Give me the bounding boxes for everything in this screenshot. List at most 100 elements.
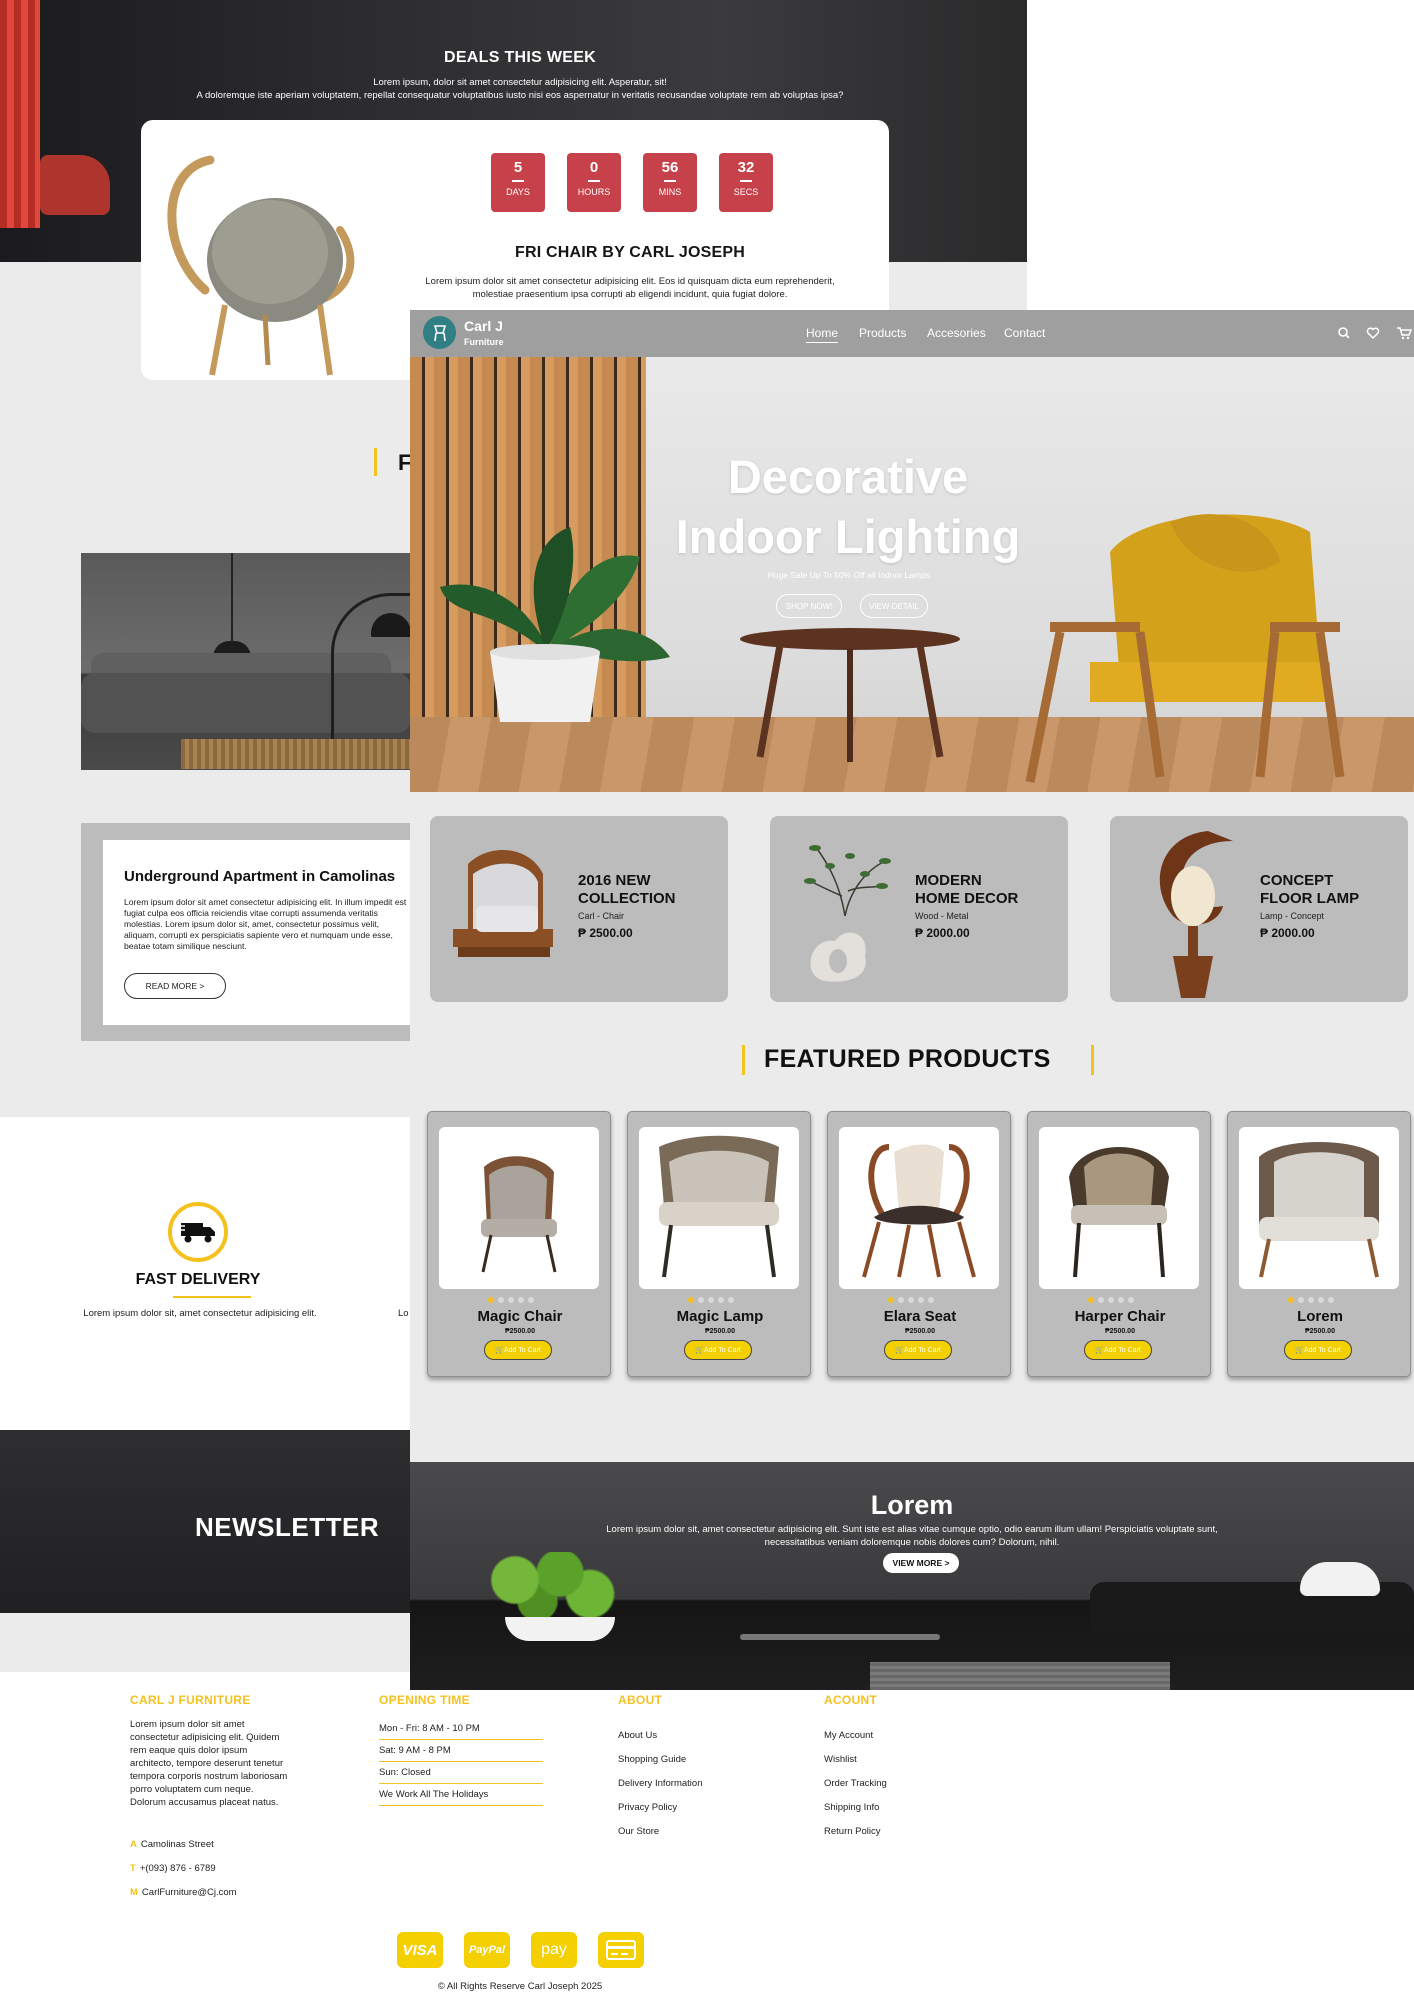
deals-subtitle: Lorem ipsum, dolor sit amet consectetur … (150, 76, 890, 102)
featured-title-bar-left (742, 1045, 745, 1075)
bonsai-image (470, 1552, 620, 1622)
bonsai-pot (505, 1617, 615, 1641)
footer-hours-heading: OPENING TIME (379, 1693, 470, 1707)
featured-title-bar-right (1091, 1045, 1094, 1075)
hero-title: Decorative Indoor Lighting (410, 447, 1286, 567)
add-to-cart-button[interactable]: 🛒 Add To Cart (684, 1340, 752, 1360)
view-more-button[interactable]: VIEW MORE > (883, 1553, 959, 1573)
rug-image (870, 1662, 1170, 1690)
product-card[interactable]: Harper Chair ₱2500.00 🛒 Add To Cart (1027, 1111, 1211, 1377)
search-icon[interactable] (1336, 325, 1352, 341)
cart-icon: 🛒 (495, 1347, 504, 1354)
category-meta: Carl - Chair (578, 911, 625, 921)
fast-delivery-title: FAST DELIVERY (135, 1271, 261, 1288)
countdown-secs-label: SECS (733, 187, 759, 197)
product-price: ₱2500.00 (505, 1328, 535, 1335)
heart-icon[interactable] (1365, 325, 1381, 341)
footer-link-order-tracking[interactable]: Order Tracking (824, 1772, 887, 1796)
countdown-mins-value: 56 (661, 159, 679, 176)
countdown-timer: 5 DAYS 0 HOURS 56 MINS 32 SECS (491, 153, 781, 213)
address-marker: A (130, 1839, 137, 1850)
fast-delivery-underline (173, 1296, 251, 1298)
hours-item: Mon - Fri: 8 AM - 10 PM (379, 1718, 543, 1740)
brand-name[interactable]: Carl J (464, 318, 503, 334)
countdown-secs-value: 32 (737, 159, 755, 176)
promo-desc: Lorem ipsum dolor sit, amet consectetur … (606, 1524, 1218, 1548)
shop-now-button[interactable]: SHOP NOW! (776, 594, 842, 618)
article-title: Underground Apartment in Camolinas (124, 868, 396, 885)
living-room-image (81, 553, 411, 770)
armchair-image (453, 850, 553, 957)
hero-title-line-1: Decorative (727, 450, 969, 503)
deals-subtitle-line-2: A doloremque iste aperiam voluptatem, re… (196, 90, 844, 101)
chair-logo-icon[interactable] (423, 316, 456, 349)
nav-link-products[interactable]: Products (859, 326, 906, 340)
deals-subtitle-line-1: Lorem ipsum, dolor sit amet consectetur … (373, 77, 667, 88)
category-card-lamp[interactable]: CONCEPT FLOOR LAMP Lamp - Concept ₱ 2000… (1110, 816, 1408, 1002)
countdown-mins: 56 MINS (643, 153, 697, 212)
add-to-cart-button[interactable]: 🛒 Add To Cart (484, 1340, 552, 1360)
category-title-line-2: FLOOR LAMP (1260, 890, 1360, 907)
hours-item: Sun: Closed (379, 1762, 543, 1784)
product-card[interactable]: Magic Chair ₱2500.00 🛒 Add To Cart (427, 1111, 611, 1377)
footer-link-wishlist[interactable]: Wishlist (824, 1748, 887, 1772)
category-price: ₱ 2000.00 (915, 926, 970, 940)
product-image (839, 1127, 999, 1289)
footer-link-privacy[interactable]: Privacy Policy (618, 1796, 702, 1820)
countdown-secs: 32 SECS (719, 153, 773, 212)
navbar: Carl J Furniture Home Products Accesorie… (410, 310, 1414, 357)
view-detail-button[interactable]: VIEW DETAIL (860, 594, 928, 618)
product-card[interactable]: Magic Lamp ₱2500.00 🛒 Add To Cart (627, 1111, 811, 1377)
cart-icon[interactable] (1396, 325, 1412, 341)
category-card-decor[interactable]: MODERN HOME DECOR Wood - Metal ₱ 2000.00 (770, 816, 1068, 1002)
product-name: Magic Lamp (676, 1308, 764, 1325)
cart-icon: 🛒 (895, 1347, 904, 1354)
category-title-line-2: COLLECTION (578, 890, 676, 907)
category-meta: Wood - Metal (915, 911, 969, 921)
rating-stars (888, 1297, 934, 1303)
category-info: MODERN HOME DECOR Wood - Metal ₱ 2000.00 (915, 872, 1018, 940)
footer-link-about-us[interactable]: About Us (618, 1724, 702, 1748)
nav-link-contact[interactable]: Contact (1004, 326, 1045, 340)
add-to-cart-button[interactable]: 🛒 Add To Cart (884, 1340, 952, 1360)
product-name: Harper Chair (1074, 1308, 1166, 1325)
cart-icon: 🛒 (1095, 1347, 1104, 1354)
footer-link-return-policy[interactable]: Return Policy (824, 1820, 887, 1844)
fast-delivery-desc: Lorem ipsum dolor sit, amet consectetur … (83, 1308, 317, 1319)
deal-product-name: FRI CHAIR BY CARL JOSEPH (514, 244, 746, 261)
add-to-cart-button[interactable]: 🛒 Add To Cart (1084, 1340, 1152, 1360)
nav-link-home[interactable]: Home (806, 326, 839, 343)
email-marker: M (130, 1887, 138, 1898)
category-info: 2016 NEW COLLECTION Carl - Chair ₱ 2500.… (578, 872, 676, 940)
category-card-collection[interactable]: 2016 NEW COLLECTION Carl - Chair ₱ 2500.… (430, 816, 728, 1002)
footer-about-list: About Us Shopping Guide Delivery Informa… (618, 1724, 702, 1844)
read-more-button[interactable]: READ MORE > (124, 973, 226, 999)
add-to-cart-button[interactable]: 🛒 Add To Cart (1284, 1340, 1352, 1360)
copyright: © All Rights Reserve Carl Joseph 2025 (437, 1981, 603, 1992)
category-title-line-1: 2016 NEW (578, 872, 651, 889)
hours-item: We Work All The Holidays (379, 1784, 543, 1806)
rating-stars (1288, 1297, 1334, 1303)
product-price: ₱2500.00 (1105, 1328, 1135, 1335)
footer-link-delivery[interactable]: Delivery Information (618, 1772, 702, 1796)
red-chair-image (40, 155, 110, 215)
footer-link-shopping-guide[interactable]: Shopping Guide (618, 1748, 702, 1772)
footer-address-text: Camolinas Street (140, 1839, 214, 1850)
nav-link-accesories[interactable]: Accesories (927, 326, 986, 340)
category-info: CONCEPT FLOOR LAMP Lamp - Concept ₱ 2000… (1260, 872, 1359, 940)
newsletter-title: NEWSLETTER (195, 1512, 380, 1542)
footer-link-our-store[interactable]: Our Store (618, 1820, 702, 1844)
footer-link-my-account[interactable]: My Account (824, 1724, 887, 1748)
product-card[interactable]: Elara Seat ₱2500.00 🛒 Add To Cart (827, 1111, 1011, 1377)
product-name: Magic Chair (477, 1308, 563, 1325)
product-image (439, 1127, 599, 1289)
footer-link-shipping-info[interactable]: Shipping Info (824, 1796, 887, 1820)
countdown-days: 5 DAYS (491, 153, 545, 212)
countdown-hours-value: 0 (589, 159, 599, 176)
product-card[interactable]: Lorem ₱2500.00 🛒 Add To Cart (1227, 1111, 1411, 1377)
coffee-table-image (740, 1634, 940, 1640)
category-price: ₱ 2500.00 (578, 926, 633, 940)
footer-hours-list: Mon - Fri: 8 AM - 10 PM Sat: 9 AM - 8 PM… (379, 1718, 543, 1806)
fri-chair-image (167, 155, 355, 376)
footer-email: M CarlFurniture@Cj.com (130, 1887, 237, 1898)
